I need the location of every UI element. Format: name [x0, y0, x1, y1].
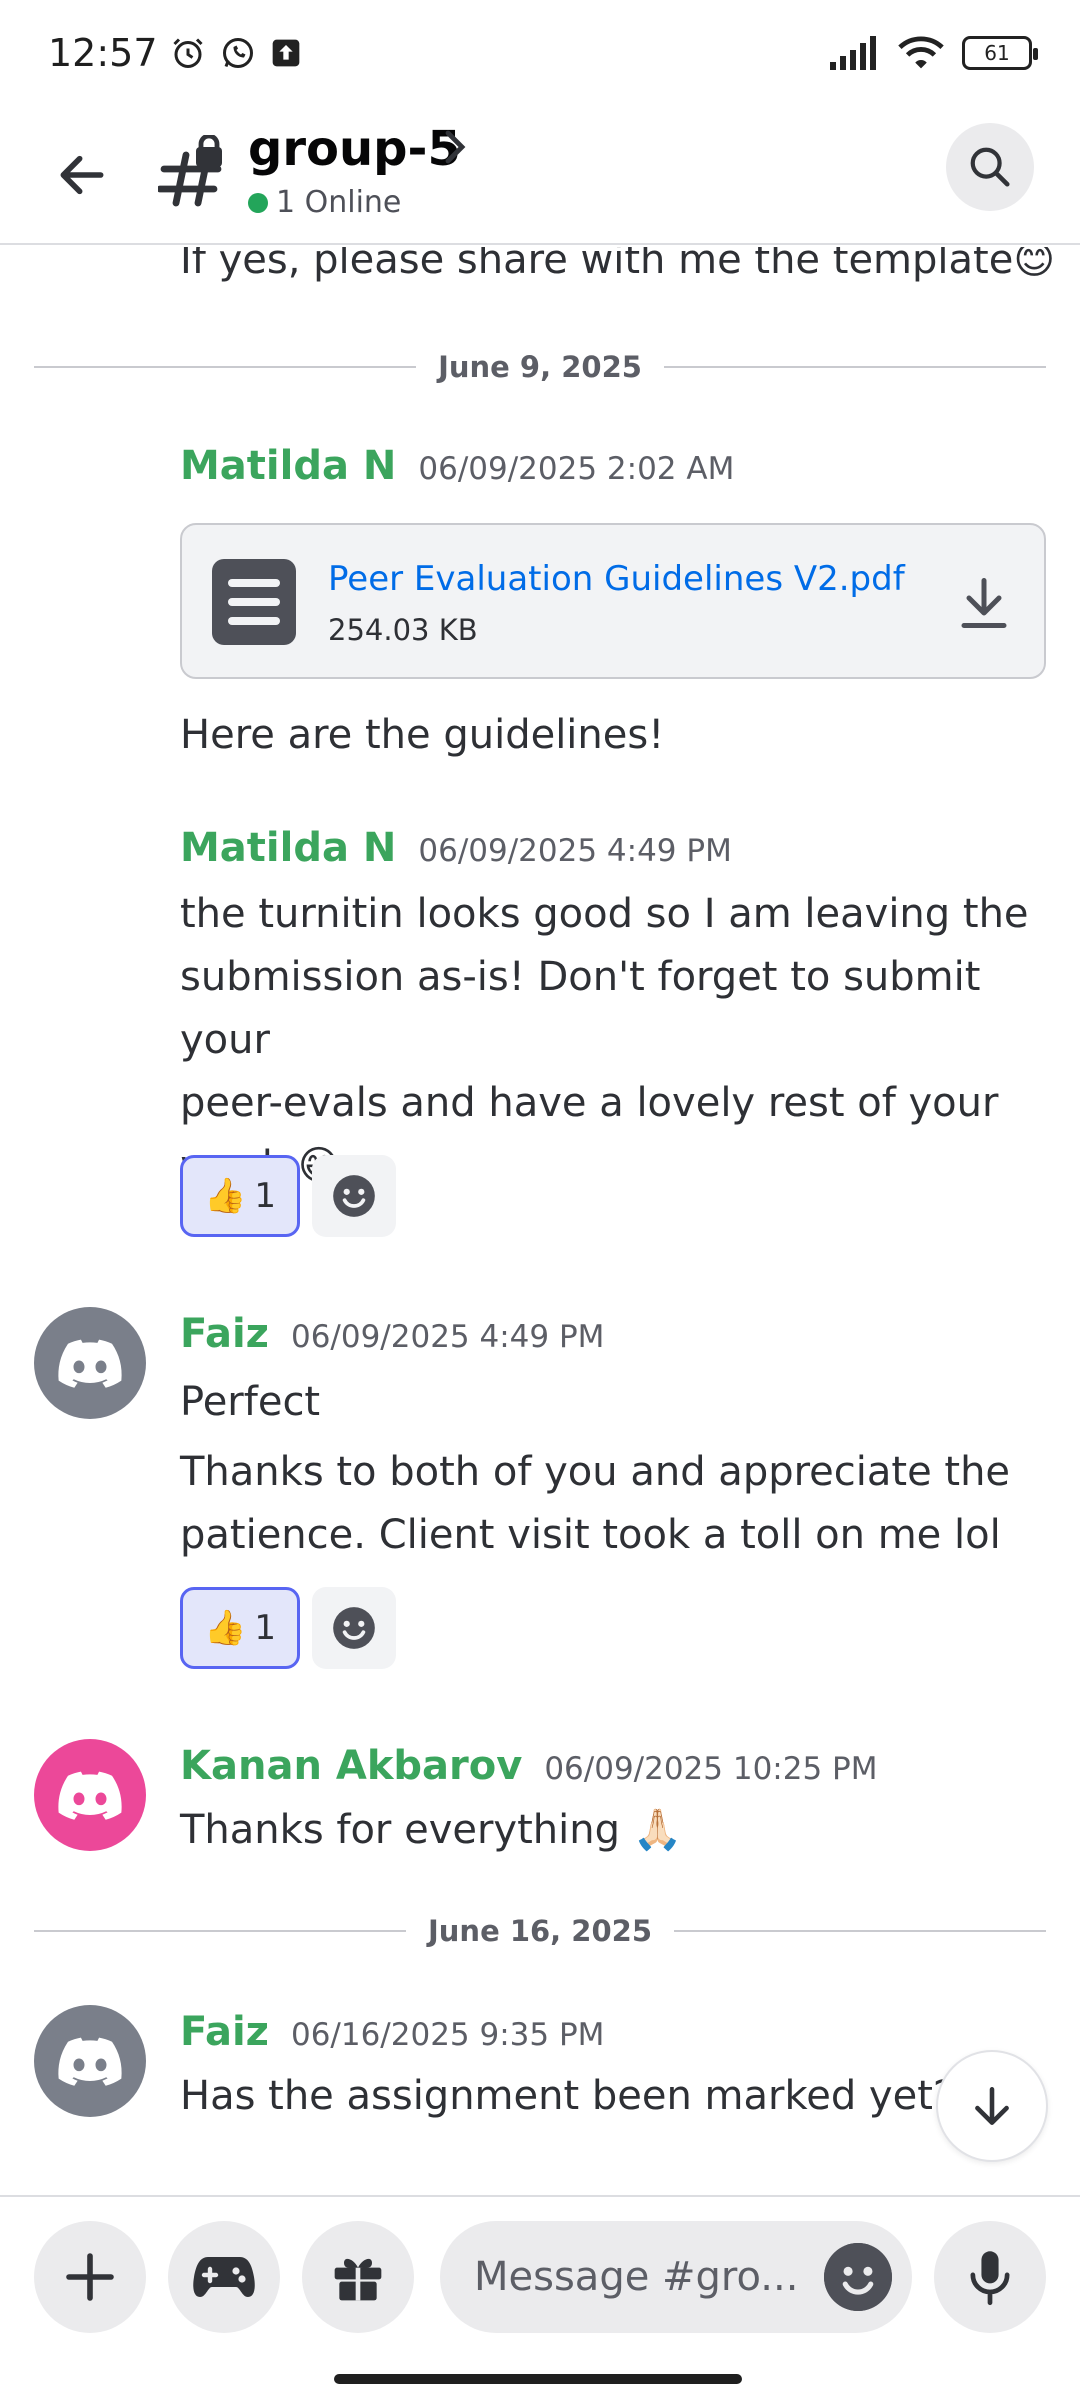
message-text: If yes, please share with me the templat…: [180, 247, 1060, 292]
message-line: Thanks to both of you and appreciate the: [180, 1449, 1011, 1495]
jump-to-bottom-button[interactable]: [936, 2050, 1048, 2162]
file-attachment[interactable]: Peer Evaluation Guidelines V2.pdf 254.03…: [180, 523, 1046, 679]
divider-line: [34, 1930, 406, 1932]
online-dot: [248, 192, 268, 213]
arrow-down-icon: [975, 2087, 1009, 2125]
divider-line: [674, 1930, 1046, 1932]
alarm-icon: [172, 37, 203, 68]
timestamp: 06/09/2025 10:25 PM: [544, 1751, 878, 1787]
discord-logo-icon: [58, 1339, 122, 1388]
message-text: Thanks for everything 🙏🏻: [180, 1799, 1060, 1862]
message-text: Perfect: [180, 1379, 321, 1425]
smiley-icon: [824, 2243, 892, 2311]
battery-level: 61: [984, 40, 1010, 65]
timestamp: 06/09/2025 4:49 PM: [290, 1319, 605, 1355]
avatar[interactable]: [34, 1739, 146, 1851]
message-line: Thanks for everything: [180, 1807, 620, 1853]
author-name[interactable]: Faiz: [180, 2009, 269, 2055]
signal-icon: [830, 35, 876, 70]
author-name[interactable]: Matilda N: [180, 825, 396, 871]
arrow-left-icon: [60, 155, 104, 195]
add-reaction-button[interactable]: [312, 1587, 396, 1669]
discord-logo-icon: [58, 1771, 122, 1820]
divider-line: [34, 366, 417, 368]
add-attachment-button[interactable]: [34, 2221, 146, 2333]
whatsapp-icon: [222, 37, 253, 68]
smiley-icon: [333, 1607, 375, 1649]
emoji-picker-button[interactable]: [824, 2243, 892, 2311]
message-input[interactable]: [474, 2254, 814, 2300]
gamepad-icon: [193, 2257, 255, 2297]
message-text: Here are the guidelines!: [180, 712, 665, 758]
reaction-count: 1: [254, 1176, 276, 1216]
divider-line: [663, 366, 1047, 368]
message-header: Faiz 06/09/2025 4:49 PM: [180, 1311, 604, 1357]
message-text: Has the assignment been marked yet?: [180, 2073, 955, 2119]
timestamp: 06/09/2025 2:02 AM: [418, 451, 735, 487]
private-channel-icon: [158, 135, 222, 207]
date-divider: June 9, 2025: [34, 347, 1047, 387]
author-name[interactable]: Matilda N: [180, 443, 396, 489]
message-line: submission as-is! Don't forget to submit…: [180, 954, 981, 1063]
message-header: Matilda N 06/09/2025 2:02 AM: [180, 443, 734, 489]
reaction-bar: 👍 1: [180, 1155, 396, 1237]
download-icon[interactable]: [954, 573, 1014, 633]
date-label: June 16, 2025: [427, 1914, 653, 1948]
message-line: patience. Client visit took a toll on me…: [180, 1512, 1001, 1558]
gift-button[interactable]: [302, 2221, 414, 2333]
plus-icon: [66, 2253, 114, 2301]
emoji: 🙏🏻: [632, 1807, 683, 1853]
channel-header: group-5 1 Online: [0, 105, 1080, 245]
status-bar: 12:57 61: [0, 0, 1080, 105]
avatar[interactable]: [34, 1307, 146, 1419]
message-header: Kanan Akbarov 06/09/2025 10:25 PM: [180, 1743, 878, 1789]
file-size: 254.03 KB: [328, 613, 478, 647]
emoji: 😊: [1013, 247, 1056, 283]
message-text: the turnitin looks good so I am leaving …: [180, 883, 1060, 1198]
gift-icon: [334, 2258, 382, 2301]
document-icon: [212, 559, 296, 645]
thumbs-up-icon: 👍: [204, 1608, 247, 1648]
author-name[interactable]: Faiz: [180, 1311, 269, 1357]
home-indicator: [334, 2374, 742, 2384]
smiley-icon: [333, 1175, 375, 1217]
search-icon: [970, 147, 1010, 187]
date-label: June 9, 2025: [438, 350, 642, 384]
message-text: Thanks to both of you and appreciate the…: [180, 1441, 1060, 1567]
online-count: 1 Online: [276, 185, 402, 220]
message-line: peer-evals and have a lovely rest of you…: [180, 1080, 999, 1126]
status-time: 12:57: [48, 30, 158, 75]
activities-button[interactable]: [168, 2221, 280, 2333]
battery-indicator: 61: [962, 35, 1038, 70]
message-list[interactable]: If yes, please share with me the templat…: [0, 247, 1080, 2195]
chevron-right-icon[interactable]: [442, 127, 470, 167]
message-header: Faiz 06/16/2025 9:35 PM: [180, 2009, 604, 2055]
reaction-count: 1: [254, 1608, 276, 1648]
thumbs-up-reaction[interactable]: 👍 1: [180, 1155, 300, 1237]
back-button[interactable]: [40, 133, 124, 217]
avatar[interactable]: [34, 2005, 146, 2117]
voice-message-button[interactable]: [934, 2221, 1046, 2333]
thumbs-up-reaction[interactable]: 👍 1: [180, 1587, 300, 1669]
microphone-icon: [970, 2251, 1010, 2306]
timestamp: 06/16/2025 9:35 PM: [290, 2017, 605, 2053]
date-divider: June 16, 2025: [34, 1911, 1046, 1951]
wifi-icon: [898, 36, 944, 68]
message-input-wrapper[interactable]: [440, 2221, 912, 2333]
online-status: 1 Online: [248, 185, 401, 220]
message-header: Matilda N 06/09/2025 4:49 PM: [180, 825, 732, 871]
upload-icon: [272, 39, 299, 66]
channel-name[interactable]: group-5: [248, 121, 461, 177]
file-name[interactable]: Peer Evaluation Guidelines V2.pdf: [328, 559, 905, 599]
search-button[interactable]: [946, 123, 1034, 211]
reaction-bar: 👍 1: [180, 1587, 396, 1669]
message-line: If yes, please share with me the templat…: [180, 247, 1014, 283]
author-name[interactable]: Kanan Akbarov: [180, 1743, 522, 1789]
timestamp: 06/09/2025 4:49 PM: [418, 833, 732, 869]
add-reaction-button[interactable]: [312, 1155, 396, 1237]
discord-logo-icon: [58, 2037, 122, 2086]
message-composer: [0, 2195, 1080, 2400]
thumbs-up-icon: 👍: [204, 1176, 247, 1216]
message-line: the turnitin looks good so I am leaving …: [180, 891, 1029, 937]
